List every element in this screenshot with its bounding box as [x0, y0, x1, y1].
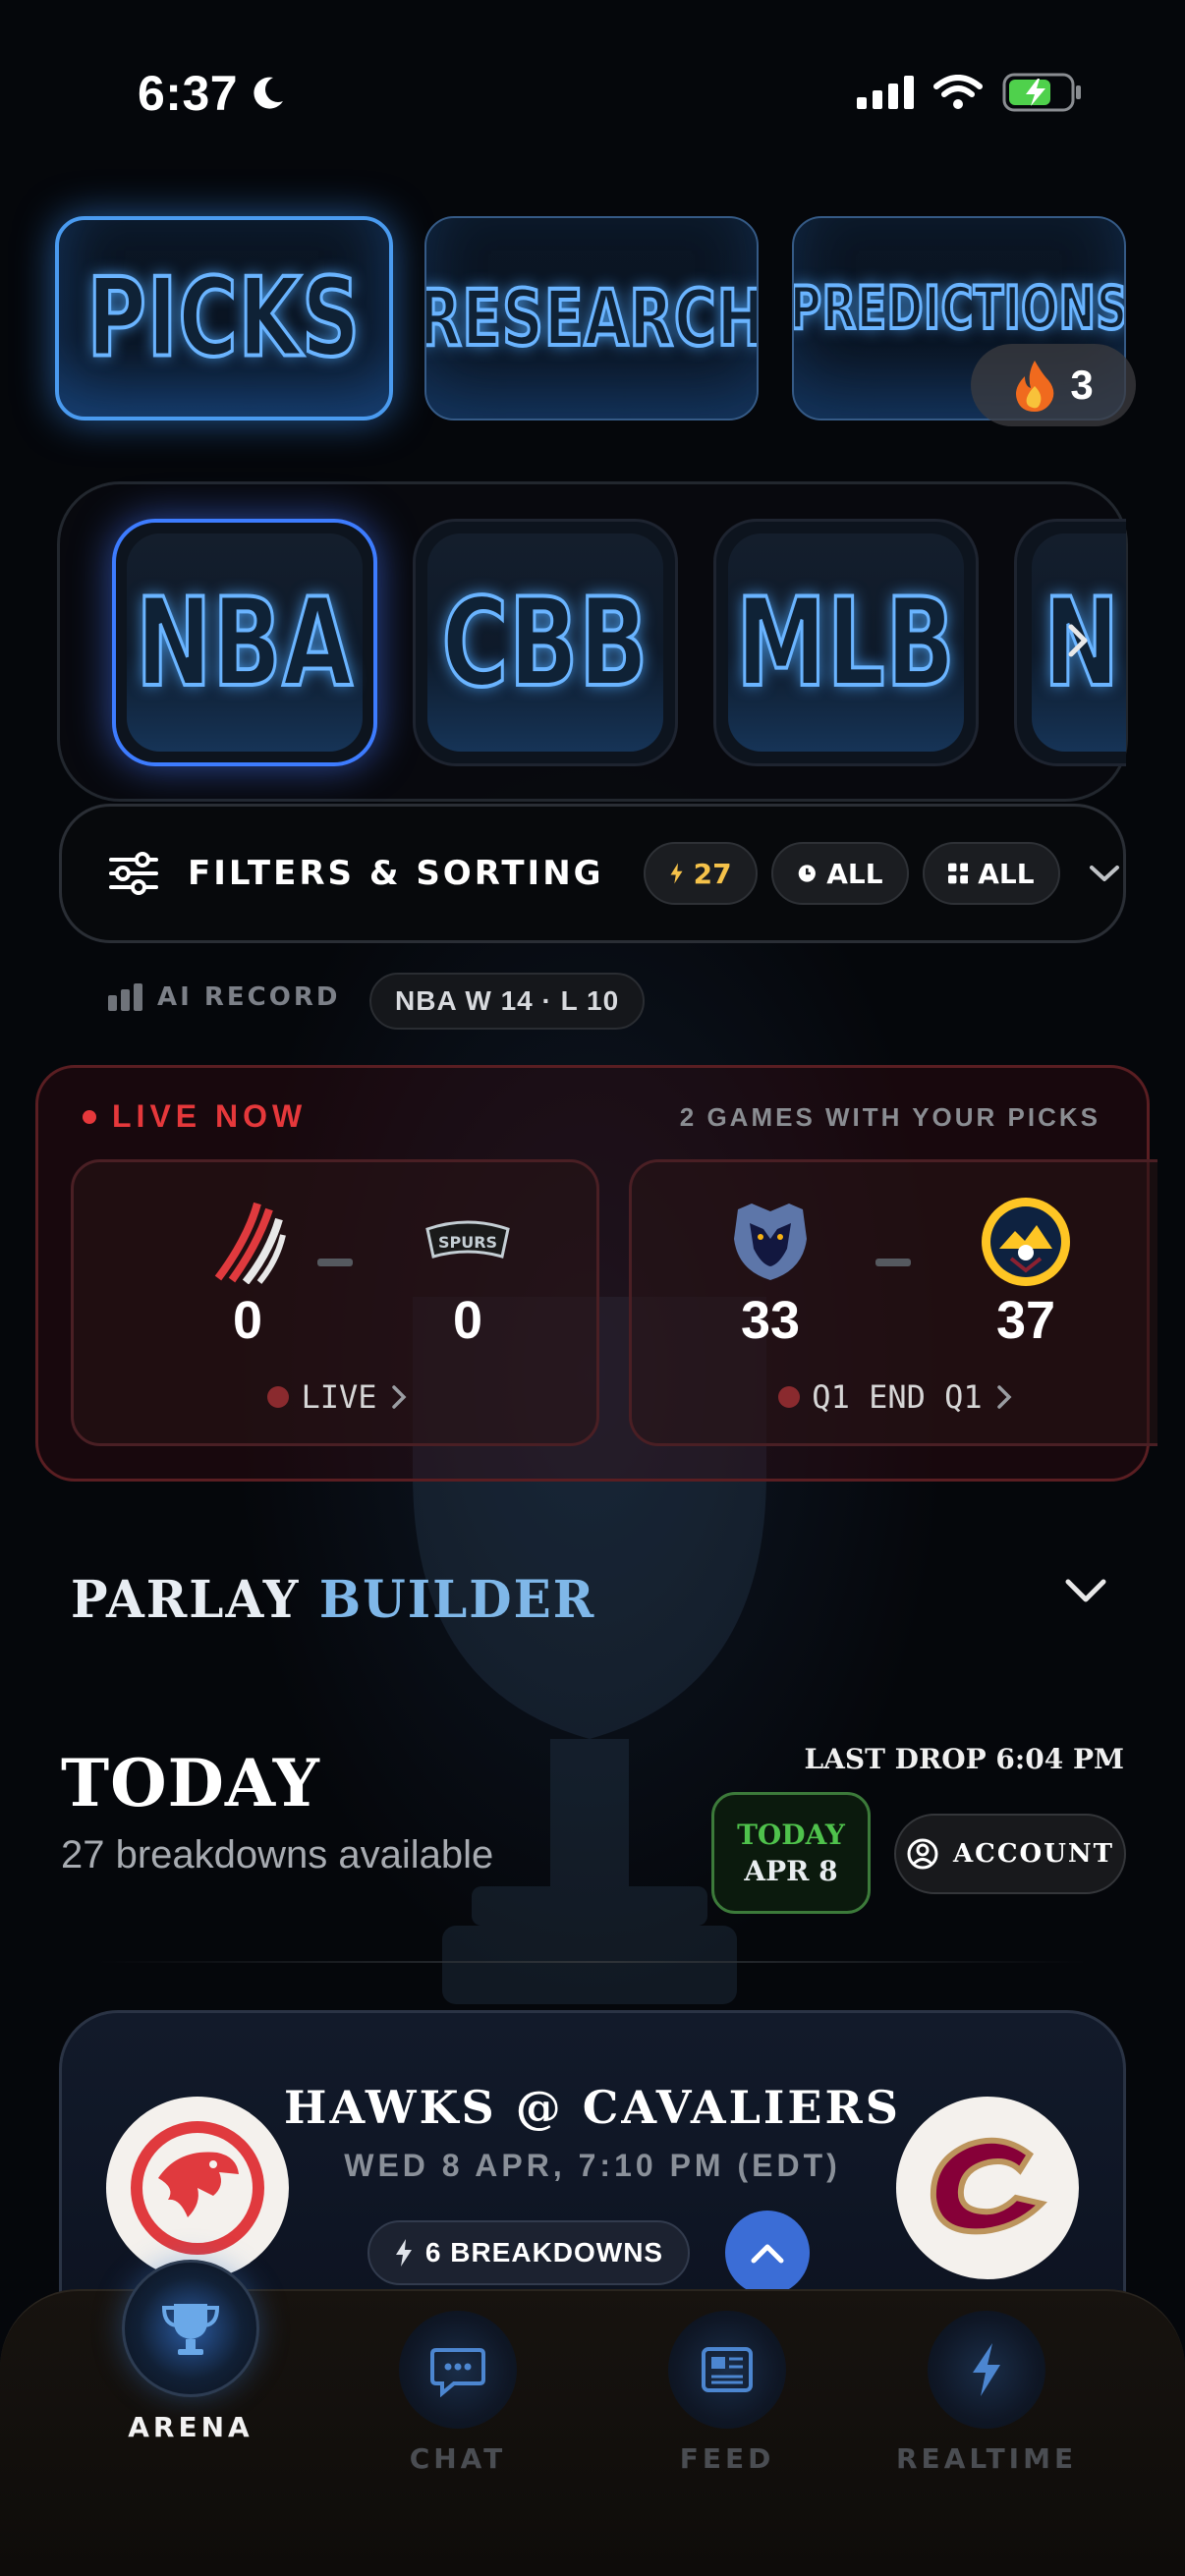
sport-tab-cbb[interactable]: CBB [413, 519, 678, 766]
score-dash [317, 1259, 353, 1266]
battery-charging-icon [1002, 73, 1081, 112]
matchup-time: WED 8 APR, 7:10 PM (EDT) [344, 2148, 841, 2183]
home-score: 0 [232, 1291, 263, 1350]
tab-research[interactable]: RESEARCH [424, 216, 759, 420]
grid-icon [947, 863, 969, 884]
chevron-up-icon [751, 2244, 784, 2264]
live-game-card[interactable]: 33 37 Q1 END Q1 [629, 1159, 1157, 1446]
chat-icon [399, 2311, 517, 2429]
collapse-button[interactable] [725, 2211, 810, 2295]
away-score: 37 [995, 1291, 1056, 1350]
sliders-icon [109, 852, 158, 895]
chevron-down-icon[interactable] [1088, 862, 1121, 885]
carousel-next-icon[interactable] [1063, 621, 1093, 671]
nav-feed[interactable]: FEED [668, 2311, 786, 2475]
lightning-icon [928, 2311, 1046, 2429]
grid-filter-chip[interactable]: ALL [922, 842, 1060, 905]
nav-realtime[interactable]: REALTIME [896, 2311, 1077, 2475]
spurs-logo: SPURS [423, 1198, 512, 1286]
divider [98, 1961, 1087, 1963]
home-score: 33 [740, 1291, 801, 1350]
nav-chat[interactable]: CHAT [399, 2311, 517, 2475]
matchup-title: HAWKS @ CAVALIERS [284, 2081, 901, 2134]
sport-tab-nba-face: NBA [127, 533, 363, 752]
sport-tab-mlb-face: MLB [728, 533, 964, 752]
trophy-icon [122, 2260, 259, 2397]
streak-badge: 3 [971, 344, 1136, 426]
tab-picks[interactable]: PICKS [55, 216, 393, 420]
chevron-right-icon [391, 1385, 407, 1409]
account-button[interactable]: ACCOUNT [894, 1814, 1126, 1894]
nuggets-logo [982, 1198, 1070, 1286]
live-now-subtitle: 2 GAMES WITH YOUR PICKS [679, 1102, 1100, 1132]
user-circle-icon [907, 1838, 938, 1870]
status-bar-time: 6:37 [138, 65, 287, 122]
game-status: Q1 END Q1 [632, 1378, 1160, 1416]
away-score: 0 [452, 1291, 483, 1350]
bar-chart-icon [108, 983, 142, 1011]
date-picker-button[interactable]: TODAY APR 8 [711, 1792, 871, 1914]
sport-tab-nba[interactable]: NBA [112, 519, 377, 766]
live-now-title: LIVE NOW [83, 1098, 307, 1135]
game-status: LIVE [74, 1378, 602, 1416]
count-chip[interactable]: 27 [643, 842, 758, 905]
breakdowns-button[interactable]: 6 BREAKDOWNS [367, 2220, 690, 2285]
time-filter-chip[interactable]: ALL [770, 842, 909, 905]
page-title: TODAY [61, 1745, 320, 1821]
live-dot [83, 1109, 96, 1124]
last-drop-time: LAST DROP 6:04 PM [804, 1743, 1124, 1775]
sport-tab-cbb-face: CBB [427, 533, 663, 752]
moon-icon [254, 77, 284, 109]
record-pill: NBA W 14 · L 10 [369, 973, 646, 1030]
breakdowns-available: 27 breakdowns available [61, 1833, 494, 1876]
score-dash [875, 1259, 911, 1266]
filters-sorting-bar[interactable]: FILTERS & SORTING 27 ALL ALL [59, 804, 1126, 943]
chevron-right-icon [996, 1385, 1012, 1409]
wifi-icon [933, 75, 983, 109]
live-game-card[interactable]: SPURS 0 0 LIVE [71, 1159, 599, 1446]
newspaper-icon [668, 2311, 786, 2429]
blazers-logo [203, 1198, 292, 1286]
status-dot [267, 1386, 290, 1408]
ai-record: AI RECORD [108, 982, 340, 1012]
svg-text:SPURS: SPURS [438, 1233, 497, 1252]
chevron-down-icon[interactable] [1063, 1576, 1108, 1610]
bolt-icon [395, 2239, 412, 2267]
signal-icon [857, 76, 914, 109]
sport-tab-mlb[interactable]: MLB [713, 519, 979, 766]
parlay-builder-title[interactable]: PARLAY BUILDER [71, 1569, 595, 1630]
fire-icon [1016, 361, 1054, 412]
grizzlies-logo [726, 1198, 815, 1286]
status-dot [778, 1386, 801, 1408]
clock-icon [798, 865, 816, 882]
nav-arena[interactable]: ARENA [122, 2260, 259, 2443]
status-bar-icons [857, 73, 1083, 112]
filters-label: FILTERS & SORTING [188, 854, 604, 893]
bolt-icon [670, 863, 683, 884]
